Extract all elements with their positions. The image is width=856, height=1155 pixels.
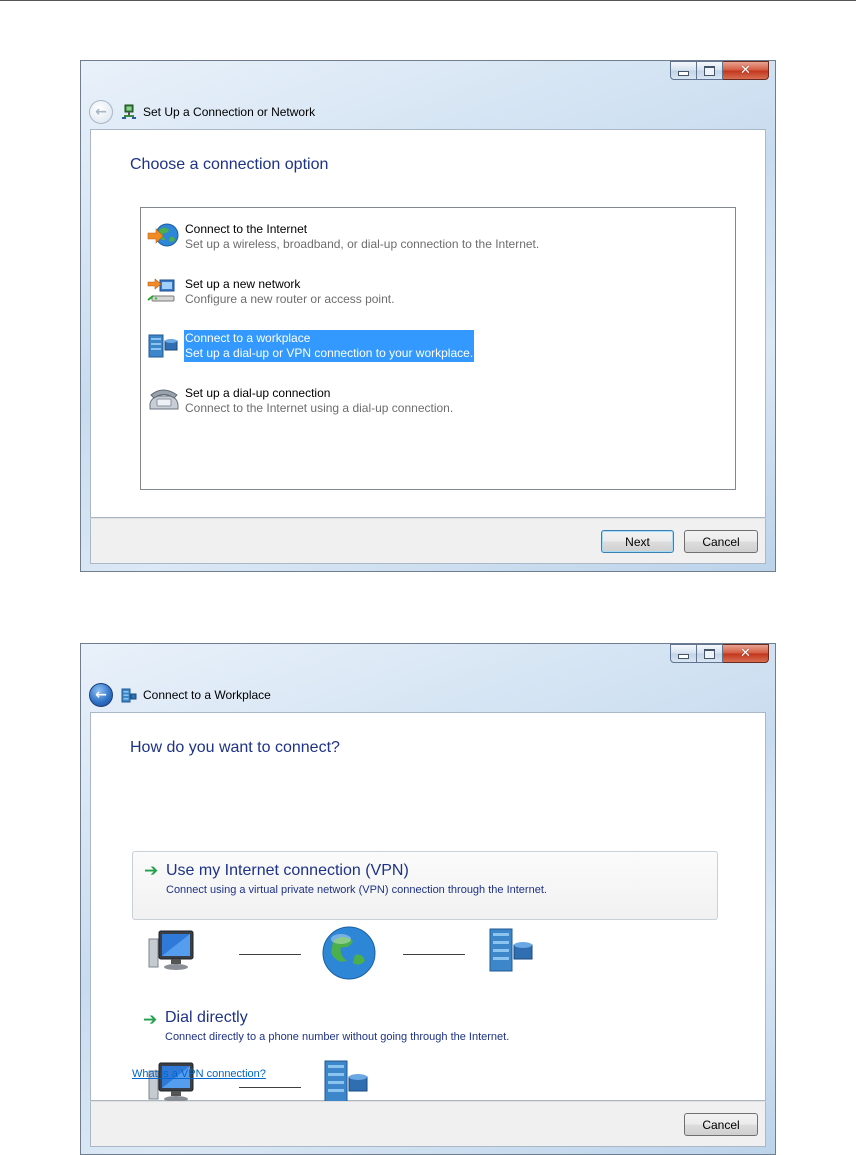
maximize-icon	[704, 65, 715, 76]
dial-option-title[interactable]: Dial directly	[165, 1009, 248, 1027]
option-connect-workplace[interactable]: Connect to a workplace Set up a dial-up …	[146, 330, 475, 368]
navigation-bar: ← Connect to a Workplace	[89, 681, 271, 709]
window-title: Connect to a Workplace	[143, 688, 271, 702]
connection-line	[239, 954, 301, 955]
dial-option-description: Connect directly to a phone number witho…	[165, 1031, 510, 1043]
content-area: How do you want to connect? ➔ Use my Int…	[90, 712, 766, 1104]
option-description: Set up a wireless, broadband, or dial-up…	[185, 237, 540, 251]
close-button[interactable]: ✕	[723, 644, 769, 663]
cancel-button[interactable]: Cancel	[684, 1113, 758, 1136]
internet-globe-icon	[322, 926, 376, 980]
phone-modem-icon	[149, 389, 179, 410]
back-button[interactable]: ←	[89, 683, 113, 707]
close-icon: ✕	[740, 63, 751, 78]
option-title: Connect to the Internet	[185, 222, 308, 236]
option-description: Set up a dial-up or VPN connection to yo…	[185, 346, 474, 360]
close-button[interactable]: ✕	[723, 61, 769, 80]
vpn-option-description: Connect using a virtual private network …	[166, 884, 547, 896]
option-description: Connect to the Internet using a dial-up …	[185, 401, 454, 415]
connection-line	[239, 1087, 301, 1088]
network-setup-icon	[122, 104, 136, 119]
workplace-building-icon	[324, 1060, 368, 1104]
option-connect-internet[interactable]: Connect to the Internet Set up a wireles…	[146, 221, 540, 259]
minimize-button[interactable]	[670, 61, 697, 80]
content-area: Choose a connection option Connect to th…	[90, 129, 766, 518]
workplace-building-icon	[489, 928, 533, 972]
option-new-network[interactable]: Set up a new network Configure a new rou…	[146, 276, 395, 314]
top-divider-line	[0, 0, 856, 1]
green-arrow-icon: ➔	[144, 861, 159, 881]
page-heading: How do you want to connect?	[130, 739, 340, 756]
setup-connection-window: ✕ ← Set Up a Connection or Network Choos…	[80, 60, 776, 572]
connect-workplace-window: ✕ ← Connect to a Workplace How do you wa…	[80, 643, 776, 1155]
workplace-building-icon	[148, 334, 178, 358]
vpn-command-link[interactable]: ➔ Use my Internet connection (VPN) Conne…	[132, 851, 718, 920]
navigation-bar: ← Set Up a Connection or Network	[89, 98, 315, 126]
maximize-button[interactable]	[697, 644, 723, 663]
maximize-button[interactable]	[697, 61, 723, 80]
vpn-option-title: Use my Internet connection (VPN)	[166, 862, 409, 879]
back-arrow-icon: ←	[95, 686, 107, 703]
computer-icon	[148, 930, 194, 970]
minimize-button[interactable]	[670, 644, 697, 663]
next-button[interactable]: Next	[601, 530, 674, 553]
connection-options-list[interactable]: Connect to the Internet Set up a wireles…	[140, 207, 736, 490]
caption-buttons: ✕	[670, 61, 769, 81]
maximize-icon	[704, 648, 715, 659]
window-title: Set Up a Connection or Network	[143, 105, 316, 119]
network-router-icon	[147, 278, 175, 302]
option-title: Set up a dial-up connection	[185, 386, 331, 400]
option-title: Connect to a workplace	[185, 331, 311, 345]
connection-line	[403, 954, 465, 955]
option-title: Set up a new network	[185, 277, 301, 291]
button-bar: Cancel	[90, 1101, 766, 1147]
back-arrow-icon: ←	[95, 103, 107, 120]
close-icon: ✕	[740, 646, 751, 661]
workplace-building-icon	[121, 688, 137, 703]
option-description: Configure a new router or access point.	[185, 292, 395, 306]
button-bar: Next Cancel	[90, 518, 766, 564]
page-heading: Choose a connection option	[130, 156, 329, 173]
option-dialup[interactable]: Set up a dial-up connection Connect to t…	[146, 385, 454, 423]
back-button[interactable]: ←	[89, 100, 113, 124]
cancel-button[interactable]: Cancel	[684, 530, 758, 553]
caption-buttons: ✕	[670, 644, 769, 664]
vpn-help-link[interactable]: What is a VPN connection?	[132, 1068, 266, 1080]
minimize-icon	[678, 654, 689, 659]
internet-globe-icon	[147, 223, 179, 247]
minimize-icon	[678, 71, 689, 76]
green-arrow-icon: ➔	[143, 1010, 158, 1030]
